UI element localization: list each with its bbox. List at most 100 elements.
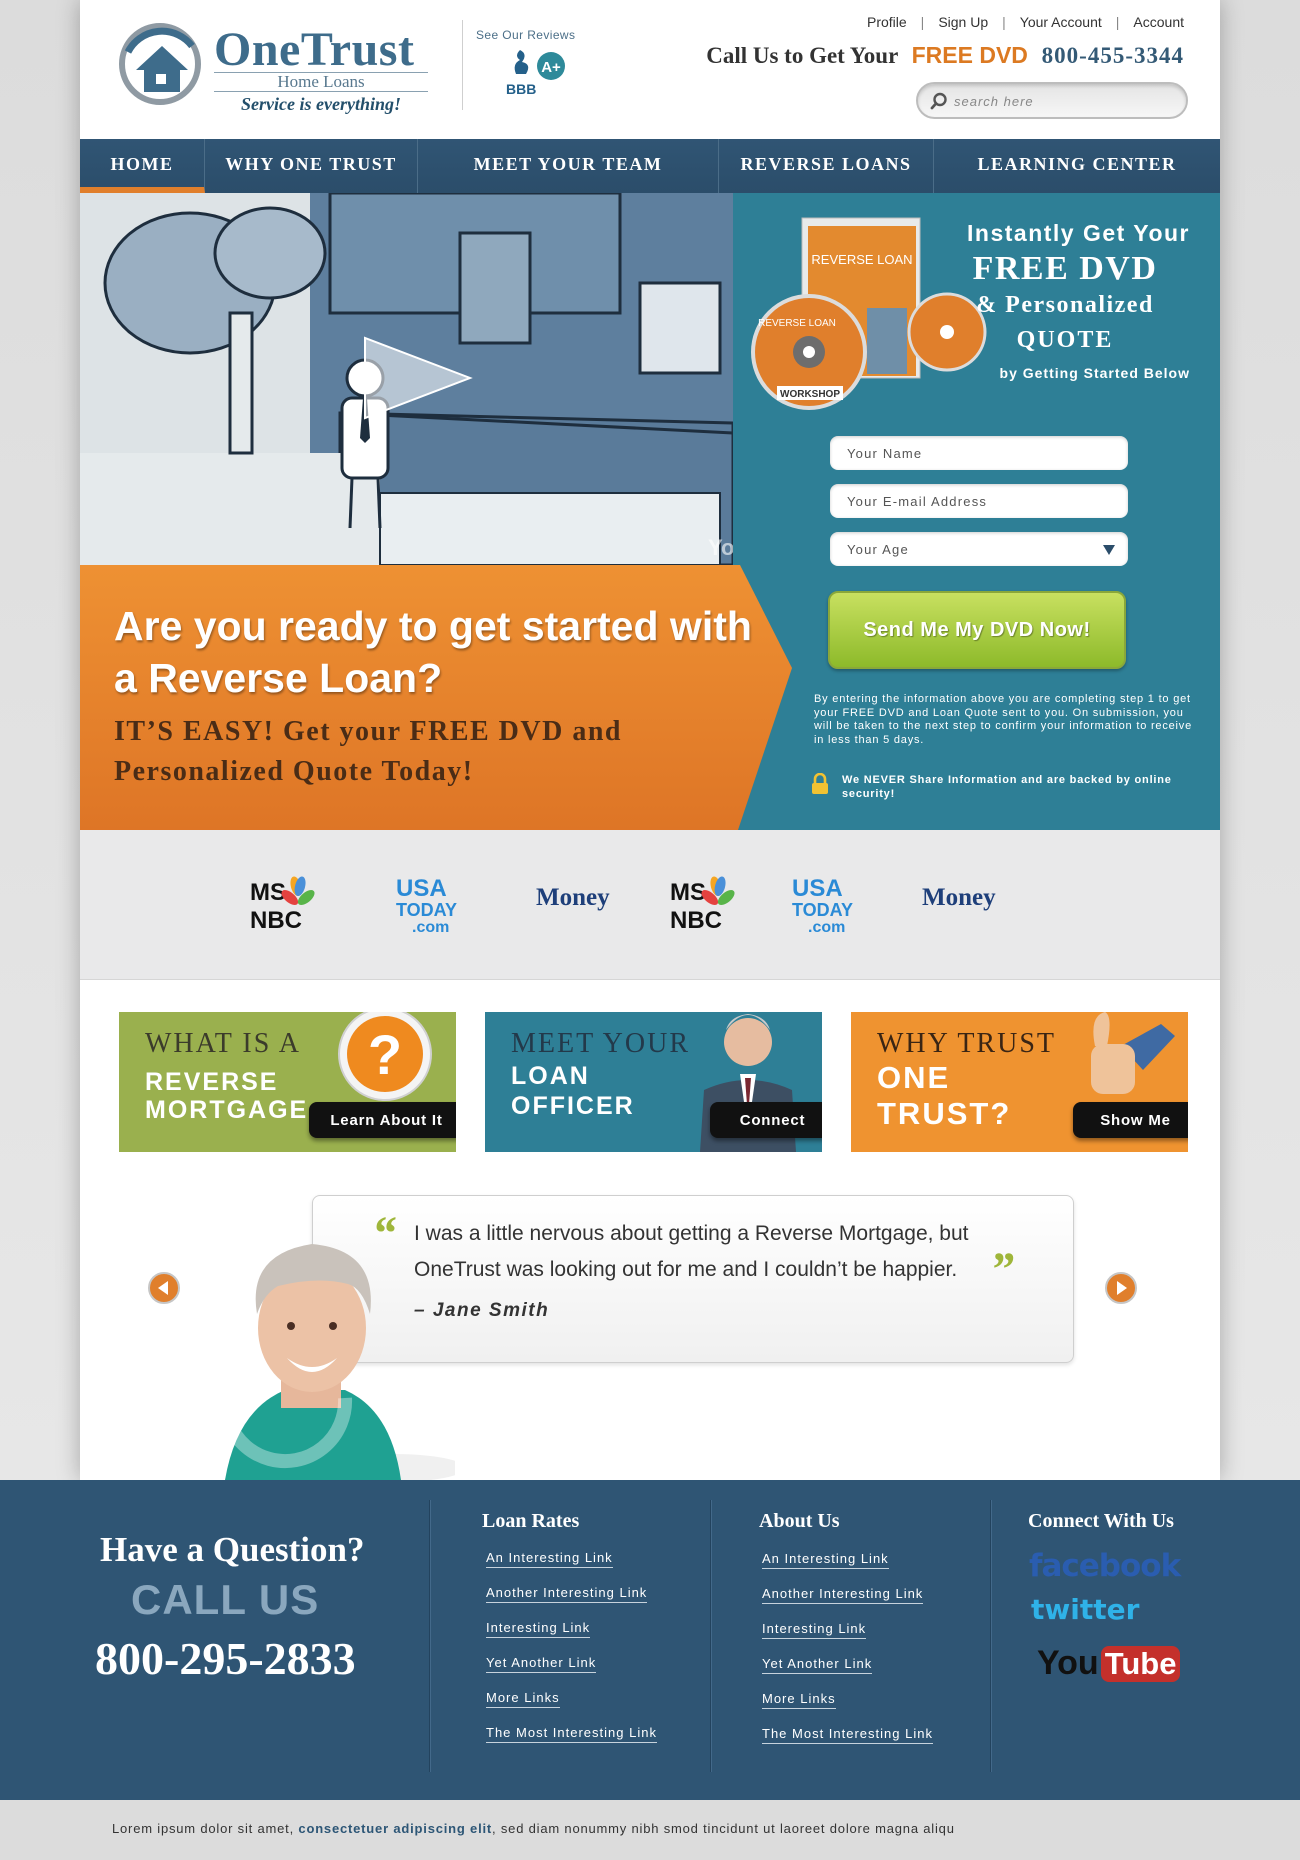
facebook-link[interactable]: facebook: [1029, 1548, 1181, 1584]
footer-link[interactable]: More Links: [486, 1690, 560, 1708]
signup-line-3: & Personalized: [976, 292, 1154, 318]
show-me-button[interactable]: Show Me: [1073, 1102, 1188, 1138]
top-link-signup[interactable]: Sign Up: [938, 14, 988, 30]
footer-link[interactable]: An Interesting Link: [762, 1551, 889, 1569]
footer-link[interactable]: Interesting Link: [486, 1620, 591, 1638]
email-field[interactable]: [830, 484, 1128, 518]
learn-about-it-button[interactable]: Learn About It: [309, 1102, 456, 1138]
name-field[interactable]: [830, 436, 1128, 470]
signup-line-2: FREE DVD: [972, 250, 1158, 287]
security-note: We NEVER Share Information and are backe…: [842, 774, 1172, 800]
connect-button[interactable]: Connect: [710, 1102, 822, 1138]
header-phone[interactable]: 800-455-3344: [1042, 43, 1184, 68]
thumbs-up-icon: [1091, 1012, 1175, 1094]
footer-link[interactable]: Yet Another Link: [486, 1655, 597, 1673]
nav-learning-center[interactable]: LEARNING CENTER: [934, 139, 1220, 193]
msnbc-logo: MS NBC: [250, 876, 315, 934]
main-nav: HOME WHY ONE TRUST MEET YOUR TEAM REVERS…: [80, 139, 1220, 193]
box-1-line-2: REVERSE: [145, 1068, 279, 1096]
signup-line-1: Instantly Get Your: [967, 220, 1190, 246]
top-link-account[interactable]: Account: [1133, 14, 1184, 30]
footer-link[interactable]: Another Interesting Link: [762, 1586, 924, 1604]
usa-mid: TODAY: [396, 900, 457, 920]
logo[interactable]: OneTrust Home Loans Service is everythin…: [118, 22, 438, 114]
chevron-down-icon[interactable]: [1102, 544, 1116, 556]
separator: |: [1002, 14, 1006, 30]
footer-link[interactable]: An Interesting Link: [486, 1550, 613, 1568]
twitter-link[interactable]: twitter: [1031, 1593, 1139, 1626]
nav-meet-your-team[interactable]: MEET YOUR TEAM: [418, 139, 719, 193]
usa-bottom-2: .com: [808, 919, 845, 934]
signup-line-4: QUOTE: [1016, 327, 1114, 353]
footer-col-about-title: About Us: [759, 1510, 840, 1532]
footer-link[interactable]: Yet Another Link: [762, 1656, 873, 1674]
footer-link[interactable]: The Most Interesting Link: [762, 1726, 933, 1744]
top-link-your-account[interactable]: Your Account: [1020, 14, 1102, 30]
usa-today-logo: USA TODAY .com: [396, 875, 457, 934]
reviews-label: See Our Reviews: [476, 28, 576, 42]
bbb-text: BBB: [506, 81, 536, 97]
prev-arrow-icon[interactable]: [147, 1271, 181, 1305]
testimonial-quote: I was a little nervous about getting a R…: [414, 1222, 969, 1281]
box-why-trust[interactable]: WHY TRUST ONE TRUST? Show Me: [851, 1012, 1188, 1152]
footer-divider: [710, 1500, 711, 1772]
footer-link[interactable]: Interesting Link: [762, 1621, 867, 1639]
bottom-text-c: , sed diam nonummy nibh smod tincidunt u…: [492, 1821, 955, 1836]
video-illustration: Yo: [80, 193, 733, 565]
box-2-line-2: LOAN: [511, 1062, 590, 1090]
svg-text:?: ?: [368, 1023, 402, 1086]
brand-tagline: Service is everything!: [241, 94, 401, 114]
usa-top-2: USA: [792, 875, 843, 902]
msnbc-top: MS: [250, 879, 286, 906]
nav-reverse-loans[interactable]: REVERSE LOANS: [719, 139, 934, 193]
box-3-line-3: TRUST?: [877, 1096, 1012, 1131]
usa-mid-2: TODAY: [792, 900, 853, 920]
dvd-disc-subtitle: WORKSHOP: [780, 389, 840, 400]
brand-subtitle: Home Loans: [214, 72, 428, 92]
close-quote-mark: ”: [990, 1243, 1014, 1296]
usa-bottom: .com: [412, 919, 449, 934]
video-watermark: Yo: [708, 535, 733, 560]
box-2-line-3: OFFICER: [511, 1092, 635, 1120]
send-dvd-button[interactable]: Send Me My DVD Now!: [828, 591, 1126, 669]
dvd-disc-title: REVERSE LOAN: [758, 318, 836, 329]
youtube-you: You: [1037, 1644, 1099, 1682]
video-player[interactable]: Yo: [80, 193, 733, 565]
box-1-line-3: MORTGAGE: [145, 1096, 309, 1124]
call-highlight: FREE DVD: [911, 42, 1028, 68]
money-logo-2: Money: [922, 884, 996, 911]
usa-today-logo-2: USA TODAY .com: [792, 875, 853, 934]
footer-phone[interactable]: 800-295-2833: [95, 1632, 356, 1685]
box-3-line-1: WHY TRUST: [877, 1028, 1056, 1059]
bottom-text-b[interactable]: consectetuer adipiscing elit: [298, 1821, 492, 1836]
search-box[interactable]: [916, 82, 1188, 119]
next-arrow-icon[interactable]: [1104, 1271, 1138, 1305]
footer-call-us: CALL US: [131, 1576, 320, 1623]
box-reverse-mortgage[interactable]: WHAT IS A REVERSE MORTGAGE ? Learn About…: [119, 1012, 456, 1152]
customer-portrait: [218, 1244, 455, 1480]
bbb-rating: A+: [541, 59, 561, 76]
separator: |: [1115, 14, 1120, 30]
nav-why-one-trust[interactable]: WHY ONE TRUST: [205, 139, 418, 193]
search-input[interactable]: [954, 90, 1174, 112]
bbb-badge-icon[interactable]: A+ BBB: [506, 46, 570, 102]
age-select[interactable]: [830, 532, 1128, 566]
footer-link[interactable]: The Most Interesting Link: [486, 1725, 657, 1743]
top-link-profile[interactable]: Profile: [867, 14, 907, 30]
box-loan-officer[interactable]: MEET YOUR LOAN OFFICER Connect: [485, 1012, 822, 1152]
search-icon[interactable]: [930, 92, 948, 110]
footer-link[interactable]: Another Interesting Link: [486, 1585, 648, 1603]
signup-disclaimer: By entering the information above you ar…: [814, 693, 1193, 746]
page-container: OneTrust Home Loans Service is everythin…: [80, 0, 1220, 1480]
youtube-link[interactable]: You Tube: [1037, 1644, 1181, 1683]
msnbc-bottom: NBC: [250, 907, 302, 934]
nav-home[interactable]: HOME: [80, 139, 205, 193]
youtube-tube: Tube: [1100, 1645, 1181, 1682]
box-3-line-2: ONE: [877, 1060, 951, 1095]
footer-question: Have a Question?: [100, 1530, 365, 1569]
footer-link[interactable]: More Links: [762, 1691, 836, 1709]
dvd-case-title: REVERSE LOAN: [811, 252, 912, 267]
usa-top: USA: [396, 875, 447, 902]
msnbc-top-2: MS: [670, 879, 706, 906]
bottom-text-a: Lorem ipsum dolor sit amet,: [112, 1821, 294, 1836]
